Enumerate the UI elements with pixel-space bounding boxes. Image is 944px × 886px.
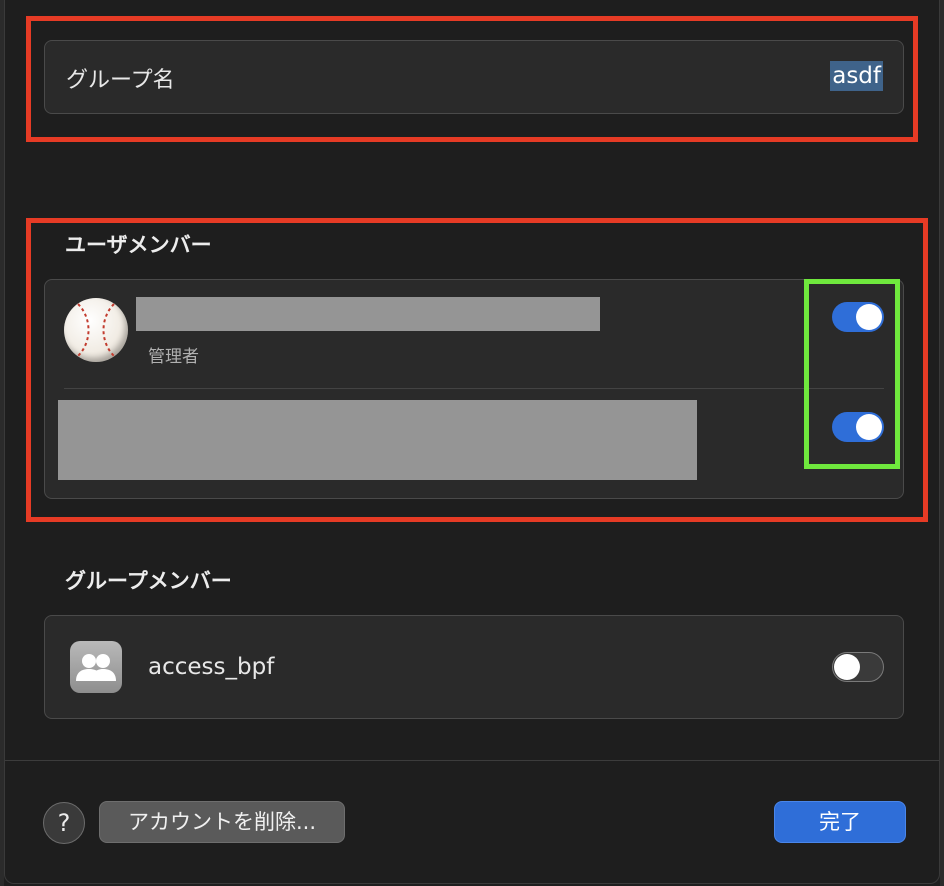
group-people-glyph [76, 654, 116, 681]
help-button[interactable]: ? [43, 802, 85, 844]
annotation-red-box-user-members [26, 218, 928, 522]
done-button[interactable]: 完了 [774, 801, 906, 843]
footer-separator [5, 760, 939, 761]
group-icon [70, 641, 122, 693]
background-window-edge-right [940, 0, 944, 886]
annotation-red-box-group-name [26, 16, 918, 142]
annotation-green-box-toggles [804, 279, 900, 469]
delete-account-button[interactable]: アカウントを削除... [99, 801, 345, 843]
group-member-toggle[interactable] [832, 652, 884, 682]
toggle-knob [834, 654, 860, 680]
group-members-title: グループメンバー [65, 569, 232, 593]
group-member-name: access_bpf [148, 654, 275, 680]
